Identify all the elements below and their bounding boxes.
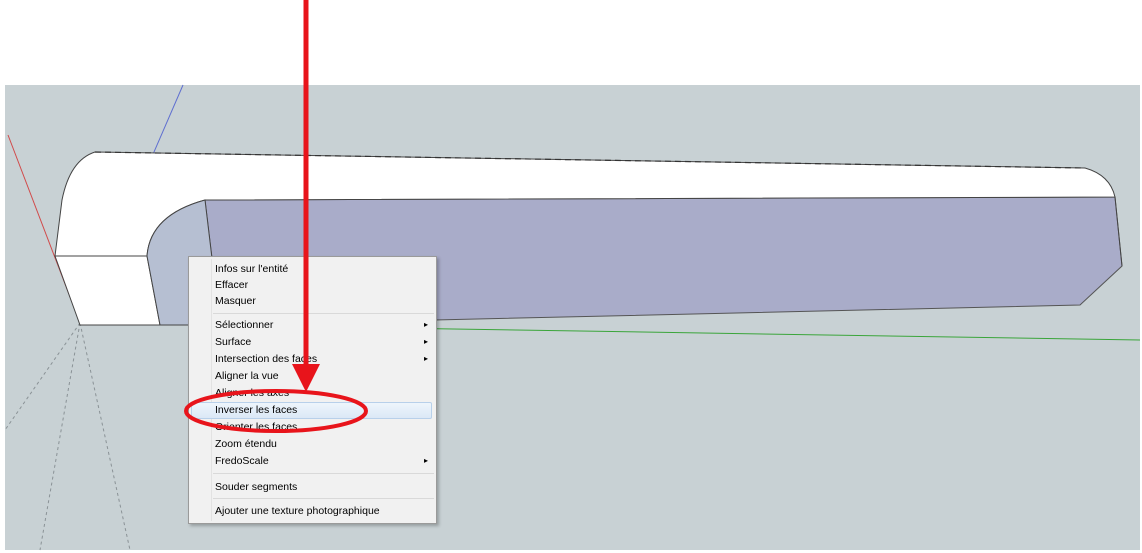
menu-item-entity-info[interactable]: Infos sur l'entité xyxy=(215,261,288,277)
menu-item-reverse-faces[interactable]: Inverser les faces xyxy=(215,402,297,418)
menu-item-add-photo-texture[interactable]: Ajouter une texture photographique xyxy=(215,503,380,519)
submenu-arrow-icon: ▸ xyxy=(424,337,429,346)
submenu-arrow-icon: ▸ xyxy=(424,320,429,329)
menu-item-intersect-faces[interactable]: Intersection des faces xyxy=(215,351,317,367)
menu-item-select[interactable]: Sélectionner xyxy=(215,317,273,333)
menu-separator xyxy=(213,498,434,499)
menu-item-weld-edges[interactable]: Souder segments xyxy=(215,479,297,495)
context-menu: Infos sur l'entité Effacer Masquer Sélec… xyxy=(188,256,437,524)
menu-item-align-view[interactable]: Aligner la vue xyxy=(215,368,279,384)
end-face[interactable] xyxy=(54,255,161,326)
axis-dotted-2 xyxy=(79,322,131,551)
menu-separator xyxy=(213,313,434,314)
menu-item-zoom-extents[interactable]: Zoom étendu xyxy=(215,436,277,452)
menu-item-fredoscale[interactable]: FredoScale xyxy=(215,453,269,469)
menu-item-erase[interactable]: Effacer xyxy=(215,277,248,293)
screenshot: Infos sur l'entité Effacer Masquer Sélec… xyxy=(0,0,1142,553)
menu-separator xyxy=(213,473,434,474)
model-scene[interactable] xyxy=(0,0,1142,553)
submenu-arrow-icon: ▸ xyxy=(424,456,429,465)
menu-item-orient-faces[interactable]: Orienter les faces xyxy=(215,419,297,435)
menu-item-hide[interactable]: Masquer xyxy=(215,293,256,309)
menu-item-surface[interactable]: Surface xyxy=(215,334,251,350)
submenu-arrow-icon: ▸ xyxy=(424,354,429,363)
axis-dotted-3 xyxy=(4,322,81,431)
axis-dotted-1 xyxy=(39,322,81,551)
menu-gutter xyxy=(211,259,212,521)
menu-item-align-axes[interactable]: Aligner les axes xyxy=(215,385,289,401)
